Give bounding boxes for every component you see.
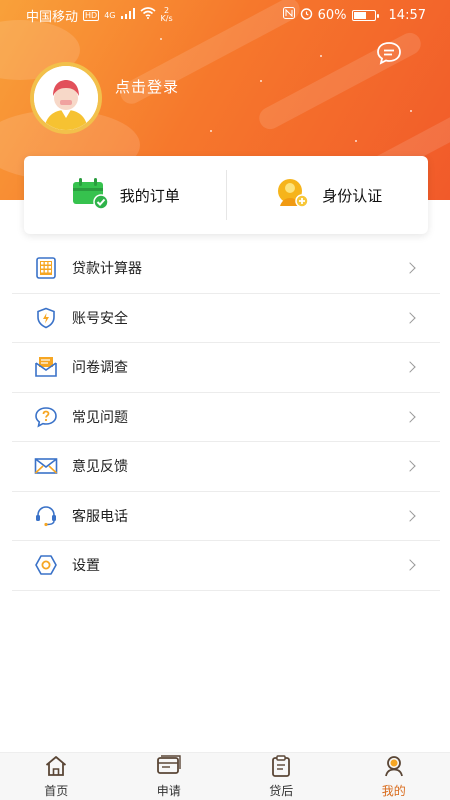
menu-item-settings[interactable]: 设置: [12, 541, 440, 591]
menu-item-label: 客服电话: [72, 508, 128, 525]
menu-item-label: 问卷调查: [72, 360, 128, 377]
my-orders-label: 我的订单: [119, 186, 180, 205]
chevron-right-icon: [404, 411, 416, 423]
my-orders-button[interactable]: 我的订单: [24, 156, 226, 234]
tab-apply[interactable]: 申请: [113, 753, 226, 800]
settings-menu: 贷款计算器 账号安全 问卷调查 常见问题 意见反馈 客服电话 设置: [12, 244, 440, 591]
chevron-right-icon: [404, 510, 416, 522]
menu-item-label: 账号安全: [72, 310, 128, 327]
headset-icon: [34, 504, 58, 528]
signal-icon: [120, 7, 135, 23]
calculator-icon: [34, 256, 58, 280]
login-link[interactable]: 点击登录: [115, 76, 179, 97]
menu-item-feedback[interactable]: 意见反馈: [12, 442, 440, 492]
identity-icon: [272, 176, 312, 214]
chevron-right-icon: [404, 460, 416, 472]
tab-label: 申请: [156, 783, 181, 798]
menu-item-label: 设置: [72, 558, 100, 575]
chevron-right-icon: [404, 361, 416, 373]
battery-percent: 60%: [317, 7, 347, 23]
net-speed: 2 K/s: [160, 6, 173, 23]
menu-item-account-security[interactable]: 账号安全: [12, 294, 440, 343]
menu-item-faq[interactable]: 常见问题: [12, 393, 440, 442]
battery-icon: [351, 9, 379, 21]
signal-type: 4G: [104, 10, 116, 20]
tab-mine[interactable]: 我的: [338, 753, 450, 800]
wifi-icon: [139, 7, 156, 23]
carrier-name: 中国移动: [26, 9, 79, 25]
orders-icon: [70, 176, 110, 214]
gear-icon: [34, 553, 58, 577]
default-avatar-icon: [34, 66, 98, 130]
menu-item-label: 常见问题: [72, 409, 128, 426]
identity-verification-button[interactable]: 身份认证: [227, 156, 429, 234]
tab-post-loan[interactable]: 贷后: [225, 753, 338, 800]
nfc-icon: [282, 7, 295, 23]
tab-label: 首页: [44, 783, 69, 798]
chevron-right-icon: [404, 312, 416, 324]
envelope-icon: [34, 454, 58, 478]
menu-item-survey[interactable]: 问卷调查: [12, 343, 440, 393]
quick-access-card: 我的订单 身份认证: [24, 156, 428, 234]
menu-item-label: 贷款计算器: [72, 261, 142, 278]
question-bubble-icon: [34, 405, 58, 429]
menu-item-customer-service[interactable]: 客服电话: [12, 492, 440, 541]
hd-badge: HD: [83, 9, 100, 21]
apply-card-icon: [156, 754, 182, 781]
identity-verification-label: 身份认证: [322, 186, 383, 205]
menu-item-loan-calculator[interactable]: 贷款计算器: [12, 244, 440, 294]
status-bar: 中国移动 HD 4G 2 K/s 60% 14:57: [0, 0, 450, 30]
alarm-icon: [300, 7, 313, 24]
avatar[interactable]: [30, 62, 102, 134]
menu-item-label: 意见反馈: [72, 459, 128, 476]
chevron-right-icon: [404, 262, 416, 274]
message-icon[interactable]: [375, 40, 403, 66]
survey-mail-icon: [34, 355, 58, 379]
chevron-right-icon: [404, 559, 416, 571]
clock: 14:57: [388, 7, 426, 23]
home-icon: [44, 755, 68, 781]
tab-home[interactable]: 首页: [0, 753, 113, 800]
shield-icon: [34, 306, 58, 330]
bottom-tab-bar: 首页 申请 贷后 我的: [0, 752, 450, 800]
tab-label: 我的: [381, 783, 406, 798]
tab-label: 贷后: [269, 783, 294, 798]
clipboard-icon: [270, 754, 292, 781]
user-icon: [383, 755, 405, 781]
